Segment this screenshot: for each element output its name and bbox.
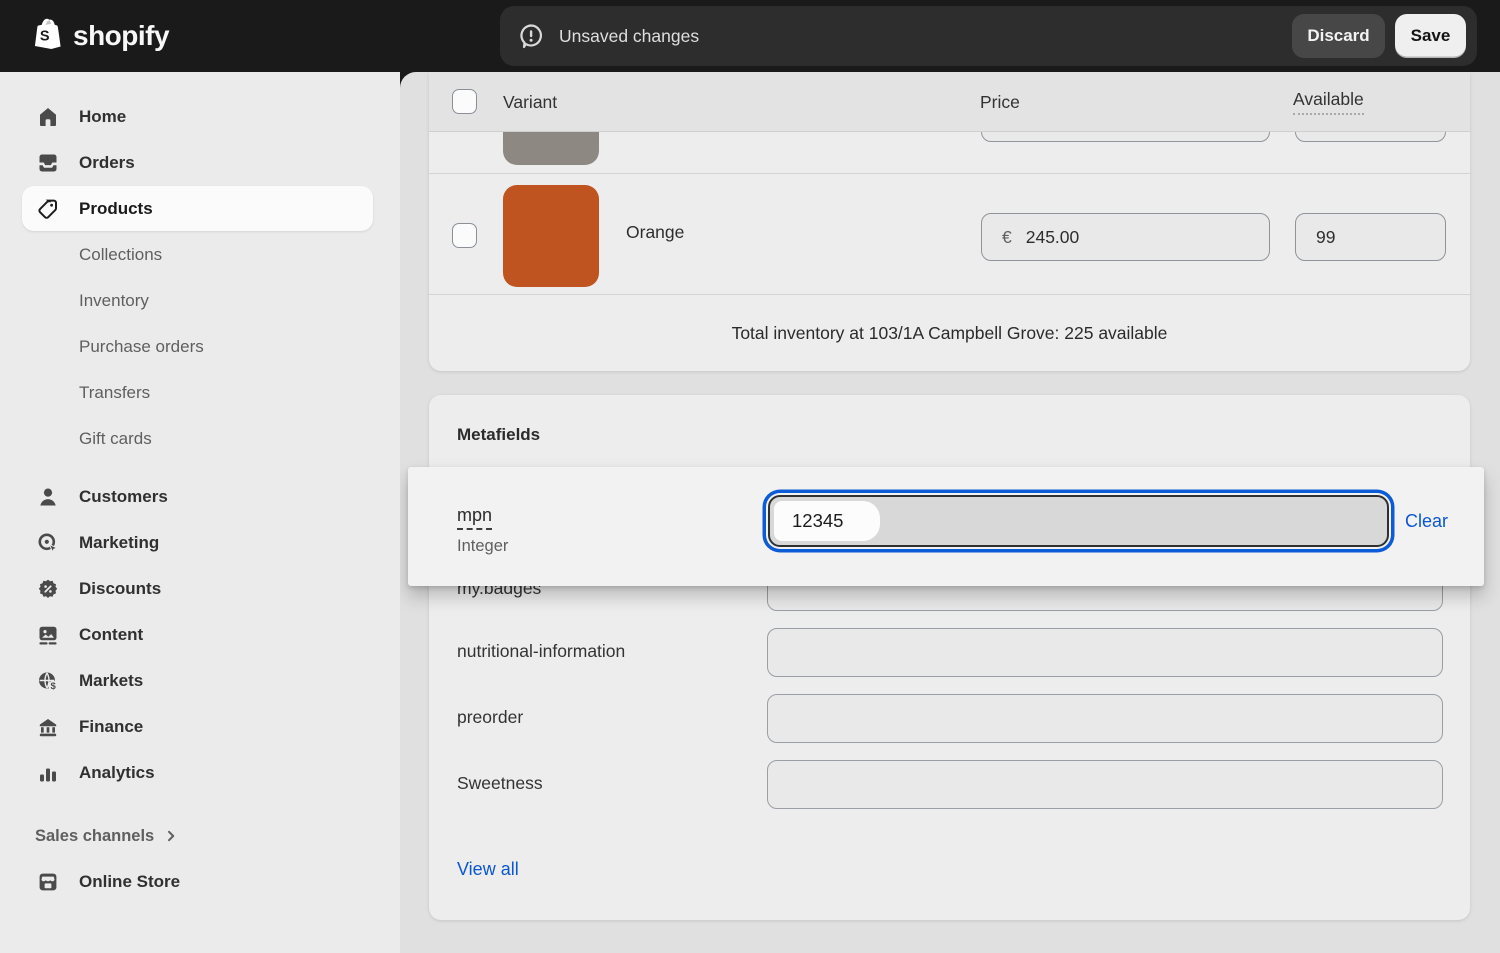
sidebar-item-label: Purchase orders: [79, 337, 204, 357]
orders-icon: [36, 151, 60, 175]
available-column-header[interactable]: Available: [1293, 89, 1364, 115]
shopify-logo[interactable]: S shopify: [30, 17, 169, 55]
sidebar-item-transfers[interactable]: Transfers: [0, 370, 400, 416]
save-button[interactable]: Save: [1395, 14, 1466, 58]
main-content: Variant Price Available Orange € 245.00 …: [400, 72, 1500, 953]
select-all-checkbox[interactable]: [452, 89, 477, 114]
shopify-wordmark: shopify: [73, 20, 169, 52]
sidebar-item-label: Transfers: [79, 383, 150, 403]
svg-text:S: S: [40, 28, 50, 44]
chevron-right-icon: [164, 829, 178, 843]
variant-swatch-orange[interactable]: [503, 185, 599, 287]
price-column-header: Price: [980, 72, 1020, 132]
sidebar-item-label: Home: [79, 107, 126, 127]
sidebar-item-orders[interactable]: Orders: [0, 140, 400, 186]
alert-icon: [517, 22, 545, 50]
available-value: 99: [1316, 227, 1335, 248]
variants-card: Variant Price Available Orange € 245.00 …: [429, 72, 1470, 371]
metafield-input-sweetness[interactable]: [767, 760, 1443, 809]
price-value: 245.00: [1026, 227, 1080, 248]
home-icon: [36, 105, 60, 129]
markets-icon: $: [36, 669, 60, 693]
sidebar-item-label: Gift cards: [79, 429, 152, 449]
mpn-value: 12345: [770, 510, 843, 532]
clear-link[interactable]: Clear: [1405, 511, 1448, 532]
price-input[interactable]: € 245.00: [981, 213, 1270, 261]
sidebar-item-discounts[interactable]: Discounts: [0, 566, 400, 612]
online-store-icon: [36, 870, 60, 894]
metafield-label-mpn[interactable]: mpn: [457, 505, 492, 530]
metafield-label-sweetness: Sweetness: [457, 773, 543, 794]
content-icon: [36, 623, 60, 647]
sidebar-item-products[interactable]: Products: [22, 186, 373, 231]
sidebar-item-label: Collections: [79, 245, 162, 265]
sidebar-item-label: Inventory: [79, 291, 149, 311]
marketing-icon: [36, 531, 60, 555]
sidebar-item-customers[interactable]: Customers: [0, 474, 400, 520]
topbar: S shopify Unsaved changes Discard Save: [0, 0, 1500, 72]
total-inventory-text: Total inventory at 103/1A Campbell Grove…: [732, 323, 1168, 344]
sidebar-item-markets[interactable]: $ Markets: [0, 658, 400, 704]
sidebar-item-analytics[interactable]: Analytics: [0, 750, 400, 796]
sidebar-item-label: Orders: [79, 153, 135, 173]
sidebar-item-inventory[interactable]: Inventory: [0, 278, 400, 324]
sidebar-item-label: Content: [79, 625, 143, 645]
variants-table-header: Variant Price Available: [429, 72, 1470, 132]
sidebar-item-gift-cards[interactable]: Gift cards: [0, 416, 400, 462]
currency-symbol: €: [1002, 227, 1012, 248]
variant-row-checkbox[interactable]: [452, 223, 477, 248]
products-tag-icon: [36, 197, 60, 221]
row-divider: [429, 294, 1470, 295]
sidebar-item-label: Customers: [79, 487, 168, 507]
sidebar-item-label: Discounts: [79, 579, 161, 599]
sidebar-item-finance[interactable]: Finance: [0, 704, 400, 750]
sidebar-item-home[interactable]: Home: [0, 94, 400, 140]
discounts-icon: [36, 577, 60, 601]
sidebar-item-content[interactable]: Content: [0, 612, 400, 658]
metafield-input-nutritional-information[interactable]: [767, 628, 1443, 677]
customers-icon: [36, 485, 60, 509]
available-input[interactable]: 99: [1295, 213, 1446, 261]
sidebar: Home Orders Products Collections Invento…: [0, 72, 400, 953]
unsaved-changes-bar: Unsaved changes Discard Save: [500, 6, 1477, 66]
sidebar-item-label: Finance: [79, 717, 143, 737]
sidebar-item-label: Markets: [79, 671, 143, 691]
discard-button[interactable]: Discard: [1292, 14, 1385, 58]
sidebar-item-collections[interactable]: Collections: [0, 232, 400, 278]
sidebar-item-label: Analytics: [79, 763, 155, 783]
sales-channels-header[interactable]: Sales channels: [0, 813, 400, 859]
sidebar-item-marketing[interactable]: Marketing: [0, 520, 400, 566]
svg-text:$: $: [51, 681, 57, 692]
sales-channels-label: Sales channels: [35, 827, 154, 846]
sidebar-item-label: Products: [79, 199, 153, 219]
mpn-metafield-spotlight-row: mpn Integer 12345 Clear: [408, 467, 1484, 586]
finance-icon: [36, 715, 60, 739]
variant-column-header: Variant: [503, 72, 557, 132]
status-message: Unsaved changes: [559, 26, 699, 47]
sidebar-item-label: Online Store: [79, 872, 180, 892]
row-divider: [429, 173, 1470, 174]
metafield-type-label: Integer: [457, 537, 508, 556]
view-all-link[interactable]: View all: [457, 859, 519, 880]
metafields-title: Metafields: [457, 425, 540, 445]
mpn-input[interactable]: 12345: [768, 495, 1389, 547]
total-inventory-row: Total inventory at 103/1A Campbell Grove…: [429, 295, 1470, 371]
metafield-label-preorder: preorder: [457, 707, 523, 728]
sidebar-item-purchase-orders[interactable]: Purchase orders: [0, 324, 400, 370]
shopify-bag-icon: S: [30, 17, 64, 55]
sidebar-item-label: Marketing: [79, 533, 159, 553]
metafield-input-preorder[interactable]: [767, 694, 1443, 743]
sidebar-item-online-store[interactable]: Online Store: [0, 859, 400, 905]
metafield-label-nutritional-information: nutritional-information: [457, 641, 625, 662]
variant-name: Orange: [626, 222, 684, 243]
analytics-icon: [36, 761, 60, 785]
